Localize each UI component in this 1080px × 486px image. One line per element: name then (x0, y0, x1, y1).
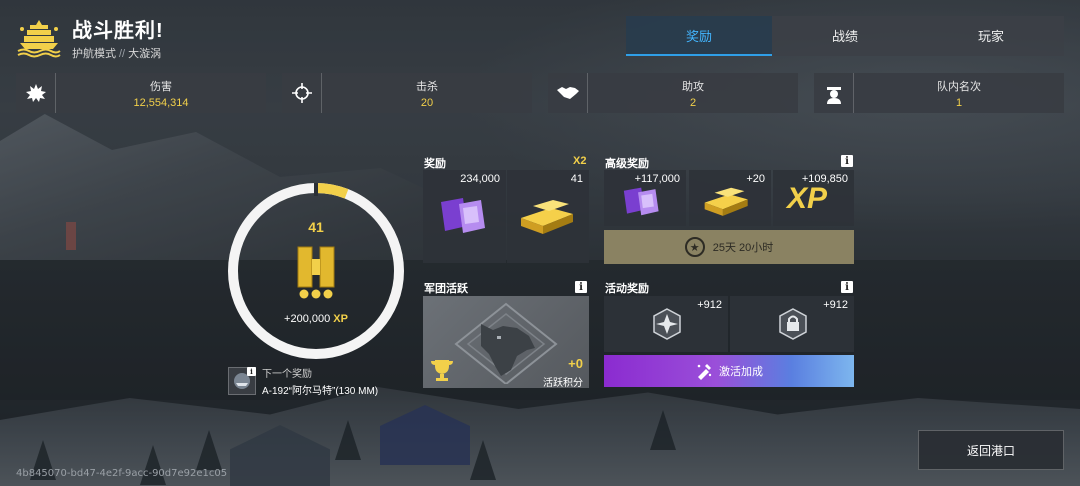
rewards-title: 奖励 (424, 158, 446, 170)
blueprint-icon (623, 187, 659, 216)
activate-bonus-label: 激活加成 (719, 366, 763, 378)
crosshair-icon (282, 73, 322, 113)
stat-label: 队内名次 (937, 80, 981, 93)
stat-value: 20 (420, 96, 434, 109)
premium-rewards-title: 高级奖励 (605, 158, 649, 170)
premium-reward-gold[interactable]: +20 (689, 170, 771, 226)
tab-rewards[interactable]: 奖励 (626, 16, 772, 56)
reward-count: 41 (570, 173, 583, 185)
legion-activity-card[interactable]: +0 活跃积分 (423, 296, 589, 388)
handshake-icon (548, 73, 588, 113)
next-reward[interactable]: i 下一个奖励 A-192“阿尔马特”(130 MM) (228, 365, 378, 397)
xp-earned: +200,000 XP (226, 313, 406, 325)
reward-gold[interactable]: 41 (507, 170, 589, 263)
gold-bars-icon (521, 200, 573, 234)
info-icon[interactable]: i (841, 155, 853, 167)
player-level: 41 (308, 219, 324, 235)
premium-timer-button[interactable]: ★ 25天 20小时 (604, 230, 854, 264)
subtitle-separator: // (119, 48, 126, 60)
premium-timer: 25天 20小时 (712, 242, 774, 254)
rank-insignia-icon (297, 246, 335, 299)
reward-count: +20 (746, 173, 765, 185)
star-badge-icon: ★ (684, 237, 705, 257)
premium-reward-blueprints[interactable]: +117,000 (604, 170, 686, 226)
locked-badge-icon (779, 308, 807, 340)
gold-bars-icon (704, 187, 748, 216)
next-reward-name: A-192“阿尔马特”(130 MM) (262, 386, 379, 397)
tab-players[interactable]: 玩家 (918, 16, 1064, 56)
legion-activity-title: 军团活跃 (424, 283, 468, 295)
stat-label: 助攻 (682, 80, 704, 93)
reward-count: 234,000 (460, 173, 500, 185)
stat-label: 击杀 (416, 80, 438, 93)
xp-icon: XP (787, 182, 828, 215)
session-id: 4b845070-bd47-4e2f-9acc-90d7e92e1c05 (16, 468, 228, 479)
reward-multiplier: X2 (573, 155, 587, 167)
stat-assists: 助攻 2 (548, 73, 798, 113)
event-rewards-title: 活动奖励 (605, 283, 649, 295)
wolf-emblem-icon (454, 302, 558, 384)
sailor-icon (814, 73, 854, 113)
info-icon[interactable]: i (247, 367, 256, 376)
xp-unit: XP (333, 313, 348, 325)
victory-emblem-icon (17, 19, 61, 57)
legion-points-label: 活跃积分 (543, 378, 583, 388)
stat-team-rank: 队内名次 1 (814, 73, 1064, 113)
page-title: 战斗胜利! (72, 20, 164, 42)
next-reward-label: 下一个奖励 (262, 369, 312, 380)
mode-label: 护航模式 (72, 48, 116, 60)
stat-value: 2 (689, 96, 697, 109)
booster-icon (697, 364, 712, 380)
stat-kills: 击杀 20 (282, 73, 532, 113)
stats-row: 伤害 12,554,314 击杀 20 助攻 2 队内名次 1 (16, 73, 1064, 113)
info-icon[interactable]: i (841, 281, 853, 293)
reward-blueprints[interactable]: 234,000 (423, 170, 506, 263)
explosion-icon (16, 73, 56, 113)
stat-value: 1 (955, 96, 963, 109)
reward-count: +912 (697, 299, 722, 311)
stat-damage: 伤害 12,554,314 (16, 73, 266, 113)
xp-amount: +200,000 (284, 313, 331, 325)
legion-points: +0 (568, 356, 583, 371)
reward-count: +912 (823, 299, 848, 311)
stat-label: 伤害 (150, 80, 172, 93)
result-tabs: 奖励 战绩 玩家 (626, 16, 1064, 56)
activate-bonus-button[interactable]: 激活加成 (604, 355, 854, 387)
event-reward-2-locked[interactable]: +912 (730, 296, 854, 352)
info-icon[interactable]: i (575, 281, 587, 293)
trophy-icon (431, 360, 453, 381)
tab-stats[interactable]: 战绩 (772, 16, 918, 56)
event-reward-1[interactable]: +912 (604, 296, 728, 352)
map-label: 大漩涡 (128, 48, 162, 60)
ship-thumbnail-icon: i (228, 367, 256, 395)
level-progress-ring (228, 183, 404, 359)
battle-subtitle: 护航模式//大漩涡 (72, 45, 164, 61)
return-to-port-button[interactable]: 返回港口 (918, 430, 1064, 470)
compass-badge-icon (653, 308, 681, 340)
blueprint-icon (441, 198, 485, 233)
battle-result-header: 战斗胜利! 护航模式//大漩涡 (16, 14, 164, 61)
reward-count: +117,000 (634, 173, 680, 185)
premium-reward-xp[interactable]: +109,850 XP (773, 170, 854, 226)
stat-value: 12,554,314 (133, 96, 189, 109)
